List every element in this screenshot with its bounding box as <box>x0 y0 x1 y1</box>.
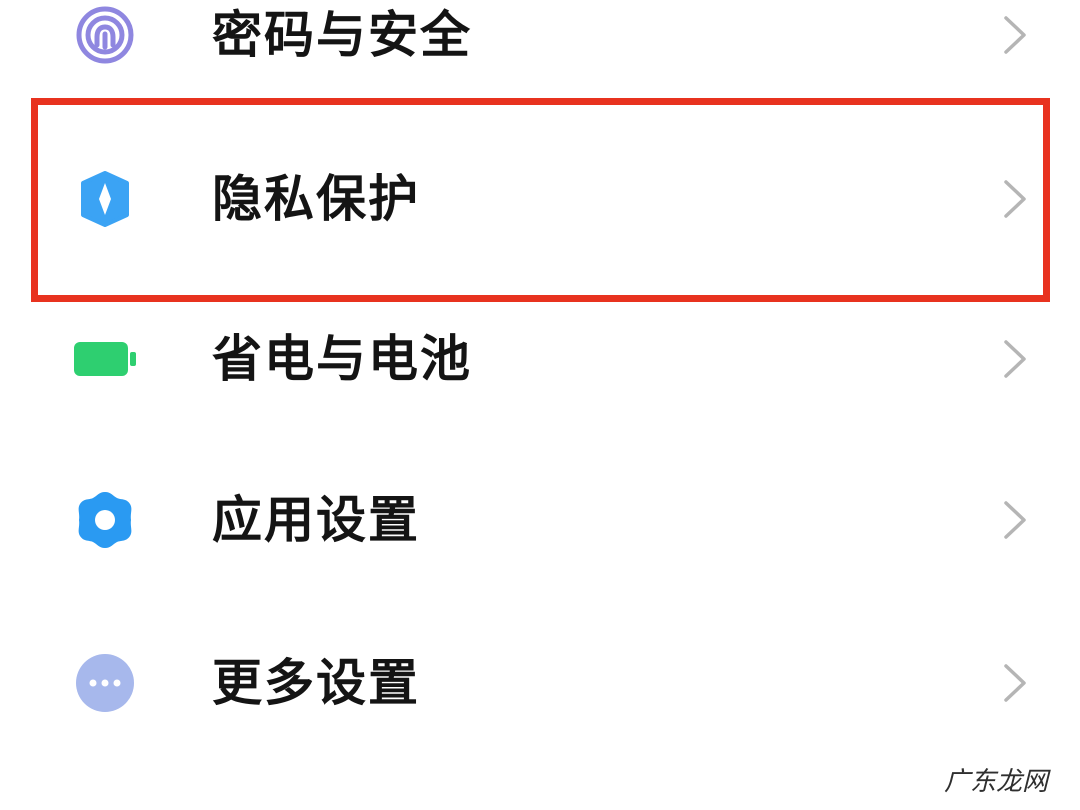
settings-item-password-security[interactable]: 密码与安全 <box>0 0 1080 100</box>
settings-item-app-settings[interactable]: 应用设置 <box>0 455 1080 585</box>
settings-list: 密码与安全 隐私保护 省电与电池 应用设置 更多设置 <box>0 0 1080 810</box>
settings-item-more-settings[interactable]: 更多设置 <box>0 618 1080 748</box>
gear-icon <box>72 490 138 550</box>
battery-icon <box>72 329 138 389</box>
settings-item-label: 应用设置 <box>212 491 420 549</box>
more-dots-icon <box>72 653 138 713</box>
settings-item-label: 省电与电池 <box>212 330 472 388</box>
privacy-shield-icon <box>72 169 138 229</box>
settings-item-label: 更多设置 <box>212 654 420 712</box>
settings-item-label: 隐私保护 <box>212 170 420 228</box>
settings-item-battery[interactable]: 省电与电池 <box>0 294 1080 424</box>
fingerprint-icon <box>72 5 138 65</box>
settings-item-label: 密码与安全 <box>212 6 472 64</box>
chevron-right-icon <box>1004 16 1026 54</box>
chevron-right-icon <box>1004 501 1026 539</box>
chevron-right-icon <box>1004 340 1026 378</box>
settings-item-privacy-protection[interactable]: 隐私保护 <box>0 134 1080 264</box>
chevron-right-icon <box>1004 664 1026 702</box>
watermark: 广东龙网 <box>944 767 1049 797</box>
chevron-right-icon <box>1004 180 1026 218</box>
